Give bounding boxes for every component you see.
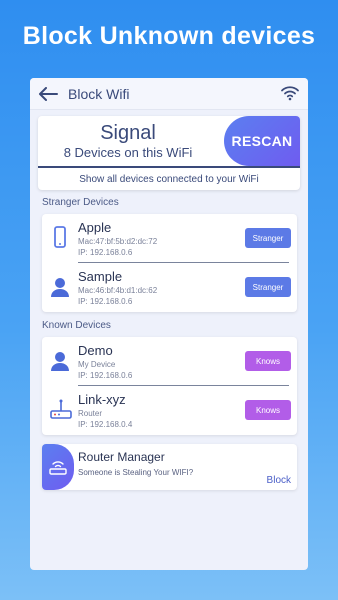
device-ip: IP: 192.168.0.6 (78, 371, 133, 380)
list-item[interactable]: Link-xyz Router IP: 192.168.0.4 Knows (42, 386, 297, 434)
router-icon (50, 398, 72, 422)
device-ip: IP: 192.168.0.6 (78, 297, 133, 306)
knows-button[interactable]: Knows (245, 400, 291, 420)
device-name: Sample (78, 269, 123, 284)
signal-title: Signal (100, 122, 156, 144)
router-manager-card[interactable]: Router Manager Someone is Stealing Your … (42, 444, 297, 490)
device-mac: Mac:46:bf:4b:d1:dc:62 (78, 286, 158, 295)
device-mac: Mac:47:bf:5b:d2:dc:72 (78, 237, 158, 246)
app-screen: Block Wifi Signal 8 Devices on this WiFi… (30, 78, 308, 570)
list-item[interactable]: Apple Mac:47:bf:5b:d2:dc:72 IP: 192.168.… (42, 214, 297, 262)
device-name: Apple (78, 220, 112, 235)
device-count-text: 8 Devices on this WiFi (63, 145, 193, 160)
user-icon (50, 349, 70, 373)
stranger-devices-card: Apple Mac:47:bf:5b:d2:dc:72 IP: 192.168.… (42, 214, 297, 312)
signal-card: Signal 8 Devices on this WiFi RESCAN Sho… (38, 116, 300, 190)
phone-icon (50, 226, 70, 250)
list-item[interactable]: Demo My Device IP: 192.168.0.6 Knows (42, 337, 297, 385)
knows-button[interactable]: Knows (245, 351, 291, 371)
app-bar: Block Wifi (30, 78, 308, 110)
stranger-devices-label: Stranger Devices (42, 197, 119, 208)
router-manager-title: Router Manager (78, 450, 165, 464)
app-bar-title: Block Wifi (68, 85, 130, 102)
router-icon (42, 444, 74, 490)
back-arrow-icon[interactable] (38, 83, 60, 105)
promo-banner-title: Block Unknown devices (22, 22, 316, 50)
show-all-devices-link[interactable]: Show all devices connected to your WiFi (38, 168, 300, 185)
wifi-icon (280, 85, 300, 103)
stranger-button[interactable]: Stranger (245, 277, 291, 297)
router-manager-subtitle: Someone is Stealing Your WIFI? (78, 468, 194, 477)
rescan-button[interactable]: RESCAN (224, 116, 300, 166)
device-name: Link-xyz (78, 392, 126, 407)
block-button[interactable]: Block (267, 475, 291, 486)
stranger-button[interactable]: Stranger (245, 228, 291, 248)
device-ip: IP: 192.168.0.4 (78, 420, 133, 429)
list-item[interactable]: Sample Mac:46:bf:4b:d1:dc:62 IP: 192.168… (42, 263, 297, 311)
user-icon (50, 275, 70, 299)
known-devices-label: Known Devices (42, 320, 111, 331)
known-devices-card: Demo My Device IP: 192.168.0.6 Knows Lin… (42, 337, 297, 435)
device-ip: IP: 192.168.0.6 (78, 248, 133, 257)
device-name: Demo (78, 343, 113, 358)
device-type: My Device (78, 360, 116, 369)
device-type: Router (78, 409, 103, 418)
